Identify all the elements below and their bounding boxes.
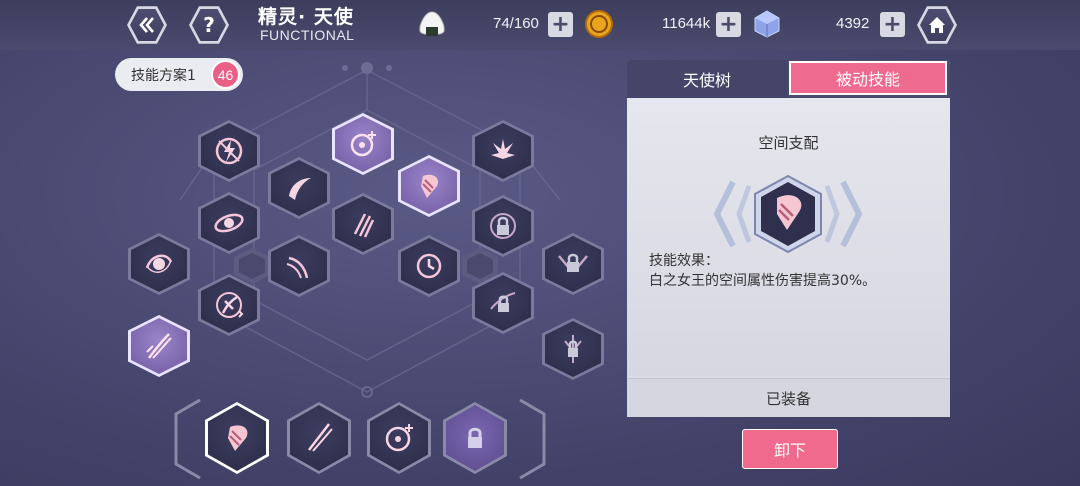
skill-name: 空间支配 [758, 134, 819, 152]
triple-claw-icon [353, 213, 375, 238]
skill-detail-panel: 天使树 被动技能 空间支配 技能效果： 白之女王的空间属性伤害提高30%。 [627, 60, 950, 417]
target-plus-icon [350, 131, 376, 157]
vortex-icon [214, 213, 244, 233]
lock-icon [468, 427, 482, 448]
space-domination-icon [421, 174, 439, 198]
add-gold-button[interactable]: + [716, 12, 741, 37]
add-crystal-button[interactable]: + [880, 12, 905, 37]
target-plus-icon [385, 424, 413, 452]
lock-icon [558, 253, 588, 272]
slash-orb-icon [145, 254, 173, 273]
home-icon [929, 17, 945, 33]
wind-blade-icon [286, 256, 309, 279]
space-domination-icon [228, 425, 248, 451]
skill-emblem [713, 174, 863, 254]
angel-dance-icon [216, 292, 244, 318]
time-cycle-icon [416, 253, 442, 279]
effect-label: 技能效果： [649, 253, 719, 269]
crystal-cube-icon [754, 10, 780, 38]
crystal-value: 4392 [836, 15, 870, 32]
feather-slash-icon [308, 423, 333, 452]
lock-icon [490, 292, 516, 312]
lock-icon [490, 213, 516, 239]
home-button[interactable] [917, 6, 957, 44]
equipped-status: 已装备 [627, 378, 950, 417]
tab-bar: 天使树 被动技能 [627, 60, 950, 98]
crescent-slash-icon [289, 178, 311, 200]
feather-slash-icon [146, 333, 172, 359]
effect-description: 白之女王的空间属性伤害提高30%。 [649, 273, 877, 289]
burst-icon [491, 139, 515, 159]
unequip-button[interactable]: 卸下 [742, 429, 838, 469]
tab-angel-tree[interactable]: 天使树 [627, 60, 787, 98]
lock-icon [564, 335, 582, 363]
tab-passive-skills[interactable]: 被动技能 [789, 61, 947, 95]
gold-value: 11644k [662, 15, 711, 32]
lightning-break-icon [215, 137, 243, 165]
